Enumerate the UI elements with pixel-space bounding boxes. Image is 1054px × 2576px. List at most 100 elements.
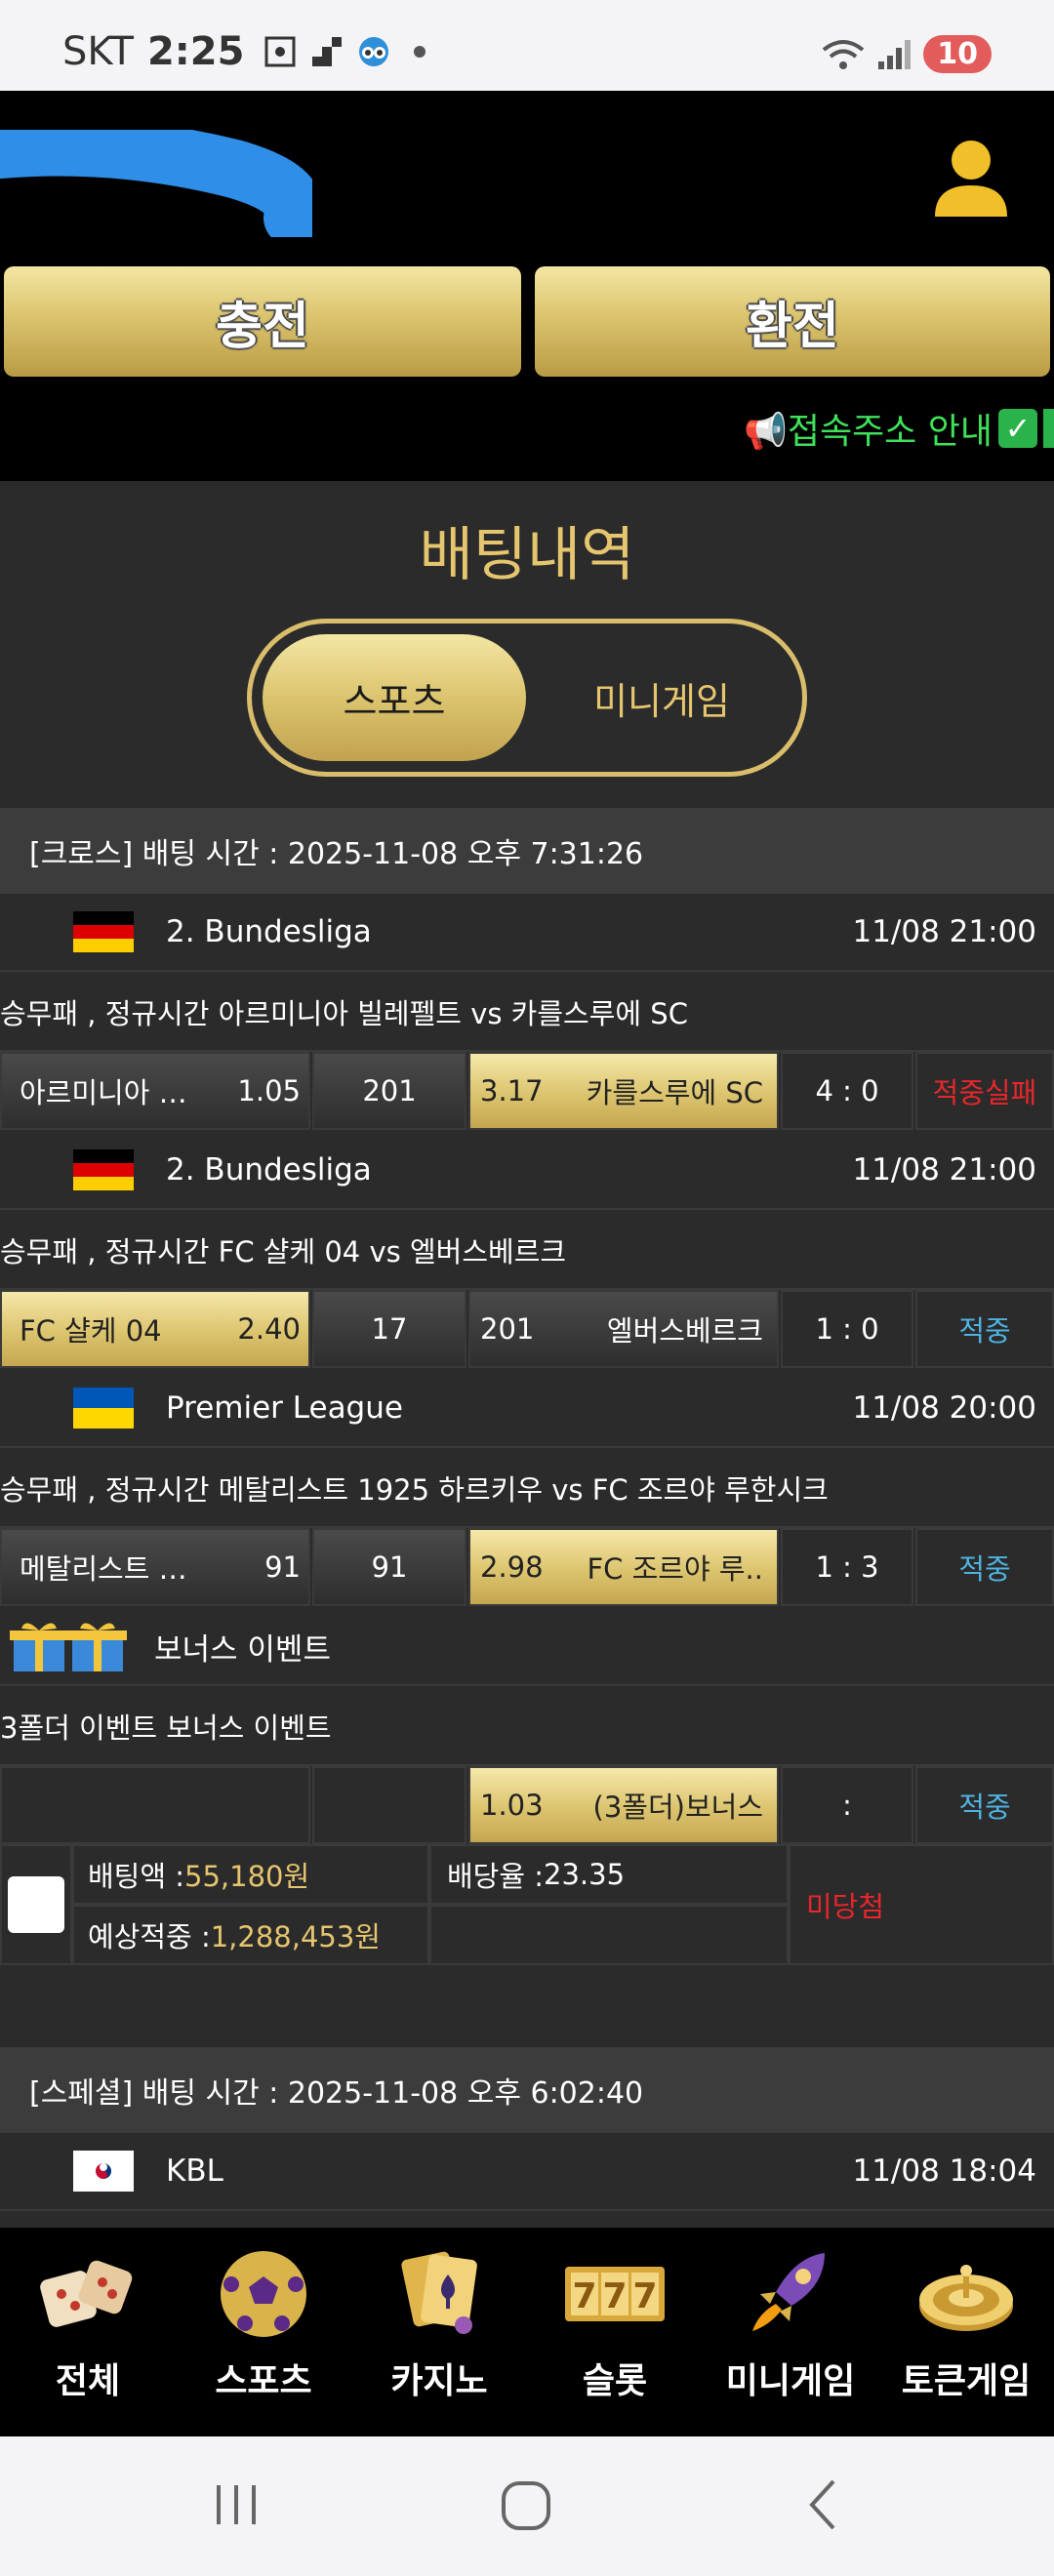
tab-sports[interactable]: 스포츠: [263, 634, 526, 761]
bet-amount-label: 배팅액 :: [88, 1860, 185, 1893]
bonus-odds-cell-selected: 1.03 (3폴더)보너스: [468, 1766, 779, 1844]
settlement-status: 미당첨: [806, 1890, 885, 1923]
score: 1 : 3: [815, 1550, 879, 1584]
check-icon: ✓: [998, 409, 1037, 448]
away-odds-cell-selected: 2.98 FC 조르야 루..: [468, 1528, 779, 1606]
result-cell: 적중: [915, 1766, 1054, 1844]
nav-slot[interactable]: 7 7 7 슬롯: [527, 2245, 703, 2403]
status-cell: 미당첨: [789, 1844, 1054, 1965]
result-status: 적중: [958, 1791, 1011, 1824]
back-icon[interactable]: [802, 2475, 845, 2534]
nav-label: 슬롯: [582, 2361, 648, 2401]
site-header: 충전 환전 📢접속주소 안내 ✓: [0, 91, 1054, 481]
home-odds-cell: 메탈리스트 19.. 91: [0, 1528, 310, 1606]
expected-amount: 1,288,453원: [210, 1920, 381, 1953]
score-cell: 1 : 3: [781, 1528, 913, 1606]
notice-text: 📢접속주소 안내: [744, 412, 993, 452]
odds-row: FC 샬케 04 2.40 17 201 엘버스베르크 1 : 0 적중: [0, 1290, 1054, 1370]
nav-sports[interactable]: 스포츠: [176, 2245, 351, 2403]
home-icon[interactable]: [500, 2475, 554, 2534]
clock: 2:25: [146, 29, 245, 74]
match-description: 승무패 , 정규시간 아르미니아 빌레펠트 vs 카를스루에 SC: [0, 974, 1054, 1052]
score-cell: 1 : 0: [781, 1290, 913, 1368]
match-description: 승무패 , 정규시간 메탈리스트 1925 하르키우 vs FC 조르야 루한시…: [0, 1450, 1054, 1528]
home-team: 메탈리스트 19..: [20, 1552, 205, 1586]
bet-select-checkbox[interactable]: [8, 1876, 64, 1933]
league-name: 2. Bundesliga: [166, 1152, 372, 1187]
bet-amount: 55,180원: [184, 1860, 310, 1893]
notice-ticker[interactable]: 📢접속주소 안내 ✓: [744, 403, 1054, 454]
total-odds: 23.35: [544, 1858, 626, 1891]
bet-amount-cell: 배팅액 : 55,180원: [72, 1844, 429, 1905]
nav-label: 카지노: [390, 2361, 488, 2401]
nav-casino[interactable]: 카지노: [351, 2245, 527, 2403]
draw-odds-cell: 91: [312, 1528, 466, 1606]
rocket-icon: [752, 2253, 825, 2331]
away-team: FC 조르야 루..: [587, 1552, 763, 1586]
home-odds: 1.05: [237, 1074, 301, 1107]
empty-cell: [312, 1766, 466, 1844]
league-name: Premier League: [166, 1390, 403, 1426]
draw-odds: 17: [371, 1312, 408, 1346]
result-cell: 적중실패: [915, 1052, 1054, 1130]
battery-indicator: 10: [923, 35, 992, 73]
svg-text:7: 7: [572, 2276, 596, 2316]
home-odds: 91: [264, 1550, 301, 1584]
result-status: 적중: [958, 1314, 1011, 1348]
tab-minigame[interactable]: 미니게임: [530, 634, 793, 761]
score-cell: 4 : 0: [781, 1052, 913, 1130]
bonus-title: 보너스 이벤트: [154, 1631, 331, 1668]
league-row: KBL 11/08 18:04: [0, 2133, 1054, 2211]
nav-label: 스포츠: [215, 2361, 312, 2401]
svg-text:7: 7: [602, 2276, 627, 2316]
result-cell: 적중: [915, 1290, 1054, 1368]
score-cell: :: [781, 1766, 913, 1844]
score: 1 : 0: [815, 1312, 879, 1346]
expected-win-cell: 예상적중 : 1,288,453원: [72, 1905, 429, 1965]
home-odds-cell: 아르미니아 빌… 1.05: [0, 1052, 310, 1130]
home-odds-cell-selected: FC 샬케 04 2.40: [0, 1290, 310, 1368]
match-time: 11/08 20:00: [852, 1390, 1036, 1426]
ukraine-flag-icon: [73, 1388, 134, 1429]
recent-apps-icon[interactable]: [213, 2475, 262, 2534]
cell-signal-icon: [878, 39, 912, 69]
cards-icon: [401, 2251, 477, 2334]
charge-button[interactable]: 충전: [4, 266, 521, 377]
nav-token-game[interactable]: 토큰게임: [878, 2245, 1054, 2403]
bonus-label: (3폴더)보너스: [592, 1791, 763, 1824]
ticker-cutoff: [1043, 409, 1054, 448]
nav-minigame[interactable]: 미니게임: [703, 2245, 878, 2403]
notification-dot: [414, 46, 426, 58]
away-odds: 201: [480, 1312, 535, 1346]
draw-odds-cell: 17: [312, 1290, 466, 1368]
away-team: 카를스루에 SC: [586, 1076, 763, 1109]
korea-flag-icon: [73, 2151, 134, 2192]
away-odds-cell: 201 엘버스베르크: [468, 1290, 779, 1368]
away-odds: 3.17: [480, 1074, 544, 1107]
away-team: 엘버스베르크: [606, 1314, 763, 1348]
league-row: 2. Bundesliga 11/08 21:00: [0, 894, 1054, 972]
bottom-nav: 전체 스포츠 카지노 7 7 7 슬롯 미니게임 토큰게임: [0, 2228, 1054, 2436]
league-name: 2. Bundesliga: [166, 914, 372, 949]
nav-label: 전체: [55, 2361, 121, 2401]
tab-switch: 스포츠 미니게임: [247, 619, 807, 777]
empty-cell: [0, 1766, 310, 1844]
bet-header: [크로스] 배팅 시간 : 2025-11-08 오후 7:31:26: [0, 808, 1054, 894]
draw-odds-cell: 201: [312, 1052, 466, 1130]
result-status: 적중: [958, 1552, 1011, 1586]
draw-odds: 201: [362, 1074, 417, 1107]
nav-all[interactable]: 전체: [0, 2245, 176, 2403]
result-cell: 적중: [915, 1528, 1054, 1606]
user-profile-icon[interactable]: [927, 135, 1015, 222]
score: 4 : 0: [815, 1074, 879, 1107]
expected-label: 예상적중 :: [88, 1920, 211, 1953]
roulette-icon: [919, 2265, 1013, 2331]
bonus-row: 보너스 이벤트: [0, 1608, 1054, 1686]
exchange-button[interactable]: 환전: [535, 266, 1050, 377]
signal-steps-icon: [312, 37, 343, 66]
carrier-label: SKT: [62, 29, 134, 74]
logo-redacted-scribble: [0, 130, 312, 237]
league-name: KBL: [166, 2153, 223, 2189]
league-row: Premier League 11/08 20:00: [0, 1370, 1054, 1448]
germany-flag-icon: [73, 1149, 134, 1190]
